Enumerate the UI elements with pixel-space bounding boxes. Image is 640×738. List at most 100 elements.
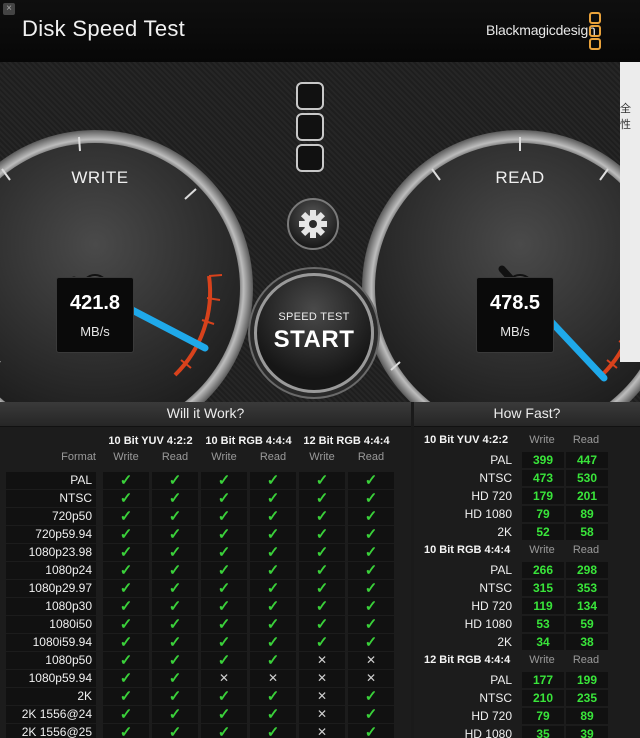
read-speed-cell: 298 bbox=[566, 562, 608, 578]
check-icon: ✓ bbox=[250, 472, 296, 489]
app-title: Disk Speed Test bbox=[22, 16, 186, 41]
format-label: 2K 1556@23.98 bbox=[6, 688, 96, 720]
check-icon: ✓ bbox=[152, 508, 198, 525]
start-button[interactable]: SPEED TEST START bbox=[254, 273, 374, 393]
table-row: PAL ✓ ✓ ✓ ✓ ✓ ✓ bbox=[6, 471, 396, 489]
column-group-header: 12 Bit RGB 4:4:4 bbox=[303, 435, 390, 447]
column-sub-header: Read bbox=[161, 451, 189, 463]
format-label: PAL bbox=[6, 472, 96, 489]
speed-row-label: NTSC bbox=[479, 691, 512, 705]
check-icon: ✓ bbox=[201, 724, 247, 738]
check-icon: ✓ bbox=[201, 706, 247, 723]
speed-row-label: HD 720 bbox=[471, 489, 512, 503]
check-icon: ✓ bbox=[299, 526, 345, 543]
gauge-panel: WRITE READ 421.8 MB/s 478.5 MB/s SPEED T… bbox=[0, 62, 640, 402]
table-row: 1080p24 ✓ ✓ ✓ ✓ ✓ ✓ bbox=[6, 561, 396, 579]
write-speed-cell: 473 bbox=[522, 470, 564, 486]
check-icon: ✓ bbox=[250, 634, 296, 651]
cross-icon: ✕ bbox=[348, 652, 394, 669]
write-gauge-title: WRITE bbox=[71, 168, 129, 187]
table-row: 1080p29.97 ✓ ✓ ✓ ✓ ✓ ✓ bbox=[6, 579, 396, 597]
check-icon: ✓ bbox=[250, 652, 296, 669]
check-icon: ✓ bbox=[348, 706, 394, 723]
write-speed-cell: 315 bbox=[522, 580, 564, 596]
column-group-header: 10 Bit RGB 4:4:4 bbox=[205, 435, 292, 447]
check-icon: ✓ bbox=[152, 634, 198, 651]
table-row: NTSC ✓ ✓ ✓ ✓ ✓ ✓ bbox=[6, 489, 396, 507]
read-speed-cell: 39 bbox=[566, 726, 608, 738]
format-label: 1080p24 bbox=[6, 562, 96, 579]
check-icon: ✓ bbox=[201, 616, 247, 633]
brand-name: Blackmagicdesign bbox=[486, 22, 596, 38]
table-row: 1080p23.98 ✓ ✓ ✓ ✓ ✓ ✓ bbox=[6, 543, 396, 561]
format-label: 2K 1556@25 bbox=[6, 724, 96, 738]
preset-button-2[interactable] bbox=[296, 113, 324, 141]
check-icon: ✓ bbox=[348, 580, 394, 597]
write-readout: 421.8 MB/s bbox=[56, 277, 134, 353]
background-window-text: 全性 bbox=[620, 103, 631, 131]
check-icon: ✓ bbox=[299, 472, 345, 489]
read-speed-value: 478.5 bbox=[489, 292, 541, 314]
check-icon: ✓ bbox=[103, 472, 149, 489]
check-icon: ✓ bbox=[299, 598, 345, 615]
check-icon: ✓ bbox=[103, 490, 149, 507]
check-icon: ✓ bbox=[103, 670, 149, 687]
check-icon: ✓ bbox=[250, 724, 296, 738]
brand-logo-icon bbox=[589, 12, 601, 50]
check-icon: ✓ bbox=[250, 508, 296, 525]
check-icon: ✓ bbox=[201, 562, 247, 579]
check-icon: ✓ bbox=[348, 508, 394, 525]
check-icon: ✓ bbox=[348, 490, 394, 507]
read-column-header: Read bbox=[572, 654, 600, 666]
read-speed-cell: 89 bbox=[566, 506, 608, 522]
speed-group-header: 10 Bit RGB 4:4:4 bbox=[424, 544, 511, 556]
check-icon: ✓ bbox=[299, 508, 345, 525]
will-it-work-title: Will it Work? bbox=[0, 402, 411, 427]
close-icon: × bbox=[6, 3, 12, 14]
write-speed-cell: 79 bbox=[522, 708, 564, 724]
check-icon: ✓ bbox=[103, 616, 149, 633]
table-row: 720p50 ✓ ✓ ✓ ✓ ✓ ✓ bbox=[6, 507, 396, 525]
gear-icon bbox=[299, 210, 327, 238]
check-icon: ✓ bbox=[299, 490, 345, 507]
check-icon: ✓ bbox=[348, 472, 394, 489]
format-label: 720p50 bbox=[6, 508, 96, 525]
check-icon: ✓ bbox=[103, 688, 149, 705]
format-label: 1080i59.94 bbox=[6, 634, 96, 651]
check-icon: ✓ bbox=[201, 508, 247, 525]
table-row: 1080p59.94 ✓ ✓ ✕ ✕ ✕ ✕ bbox=[6, 669, 396, 687]
write-speed-cell: 119 bbox=[522, 598, 564, 614]
format-label: 1080p59.94 bbox=[6, 670, 96, 687]
check-icon: ✓ bbox=[152, 526, 198, 543]
format-label: NTSC bbox=[6, 490, 96, 507]
check-icon: ✓ bbox=[103, 598, 149, 615]
write-speed-value: 421.8 bbox=[69, 292, 121, 314]
read-column-header: Read bbox=[572, 434, 600, 446]
check-icon: ✓ bbox=[250, 490, 296, 507]
column-sub-header: Write bbox=[309, 451, 335, 463]
check-icon: ✓ bbox=[250, 526, 296, 543]
speed-row-label: HD 720 bbox=[471, 709, 512, 723]
preset-button-3[interactable] bbox=[296, 144, 324, 172]
write-speed-cell: 35 bbox=[522, 726, 564, 738]
check-icon: ✓ bbox=[201, 472, 247, 489]
cross-icon: ✕ bbox=[201, 670, 247, 687]
write-column-header: Write bbox=[529, 544, 555, 556]
close-button[interactable]: × bbox=[3, 3, 15, 15]
read-speed-cell: 59 bbox=[566, 616, 608, 632]
column-sub-header: Write bbox=[211, 451, 237, 463]
start-button-caption: SPEED TEST bbox=[278, 311, 350, 323]
check-icon: ✓ bbox=[250, 616, 296, 633]
write-speed-unit: MB/s bbox=[80, 324, 110, 339]
speed-group-header: 10 Bit YUV 4:2:2 bbox=[424, 434, 509, 446]
check-icon: ✓ bbox=[348, 634, 394, 651]
cross-icon: ✕ bbox=[299, 652, 345, 669]
column-group-header: 10 Bit YUV 4:2:2 bbox=[108, 435, 193, 447]
settings-button[interactable] bbox=[287, 198, 339, 250]
check-icon: ✓ bbox=[103, 652, 149, 669]
check-icon: ✓ bbox=[152, 490, 198, 507]
preset-button-1[interactable] bbox=[296, 82, 324, 110]
check-icon: ✓ bbox=[201, 544, 247, 561]
read-column-header: Read bbox=[572, 544, 600, 556]
format-label: 1080p50 bbox=[6, 652, 96, 669]
